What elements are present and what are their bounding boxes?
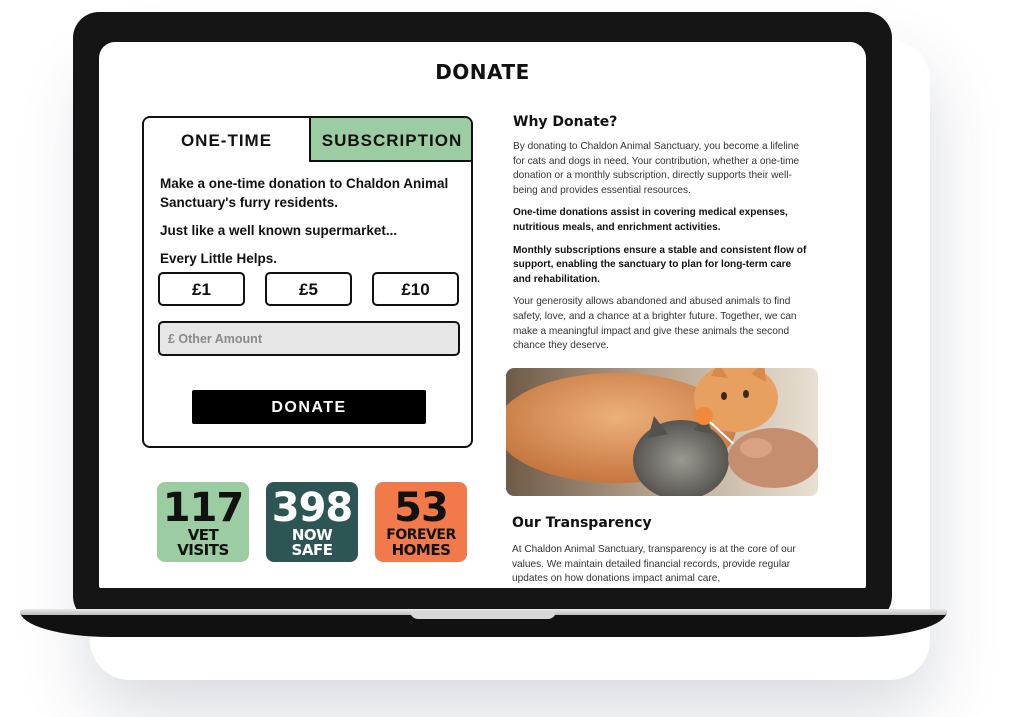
amount-button-5[interactable]: £5 (265, 272, 352, 306)
stat-now-safe: 398 NOW SAFE (266, 482, 358, 562)
cats-photo-image (506, 368, 818, 496)
why-donate-para-3: Monthly subscriptions ensure a stable an… (513, 244, 807, 285)
transparency-section: Our Transparency At Chaldon Animal Sanct… (512, 515, 808, 587)
tab-subscription[interactable]: SUBSCRIPTION (309, 118, 471, 162)
page-title: DONATE (435, 60, 530, 84)
why-donate-para-4: Your generosity allows abandoned and abu… (513, 296, 797, 352)
donation-slogan: Every Little Helps. (160, 251, 278, 266)
stat-forever-homes-number: 53 (394, 485, 449, 531)
why-donate-heading: Why Donate? (513, 114, 618, 130)
laptop-notch (410, 611, 556, 619)
stat-vet-visits: 117 VET VISITS (157, 482, 249, 562)
stat-forever-homes: 53 FOREVER HOMES (375, 482, 467, 562)
stat-now-safe-number: 398 (271, 485, 354, 531)
other-amount-input[interactable] (158, 321, 460, 356)
stat-forever-homes-label-2: HOMES (391, 541, 451, 559)
donation-intro: Make a one-time donation to Chaldon Anim… (160, 176, 449, 210)
donation-tagline: Just like a well known supermarket... (160, 223, 398, 238)
stat-vet-visits-label-2: VISITS (177, 541, 229, 559)
tab-one-time[interactable]: ONE-TIME (144, 118, 309, 162)
laptop-screen: DONATE ONE-TIME SUBSCRIPTION Make a one-… (99, 42, 866, 588)
stat-vet-visits-number: 117 (162, 485, 245, 531)
donation-description: Make a one-time donation to Chaldon Anim… (160, 174, 460, 277)
why-donate-para-1: By donating to Chaldon Animal Sanctuary,… (513, 141, 800, 196)
amount-button-1[interactable]: £1 (158, 272, 245, 306)
donation-card: ONE-TIME SUBSCRIPTION Make a one-time do… (142, 116, 473, 448)
why-donate-section: Why Donate? By donating to Chaldon Anima… (513, 114, 807, 354)
transparency-heading: Our Transparency (512, 515, 652, 531)
transparency-para: At Chaldon Animal Sanctuary, transparenc… (512, 544, 796, 585)
stat-now-safe-label-2: SAFE (291, 541, 333, 559)
cats-photo (506, 368, 818, 496)
amount-button-10[interactable]: £10 (372, 272, 459, 306)
why-donate-para-2: One-time donations assist in covering me… (513, 207, 788, 233)
donate-button[interactable]: DONATE (192, 390, 426, 424)
